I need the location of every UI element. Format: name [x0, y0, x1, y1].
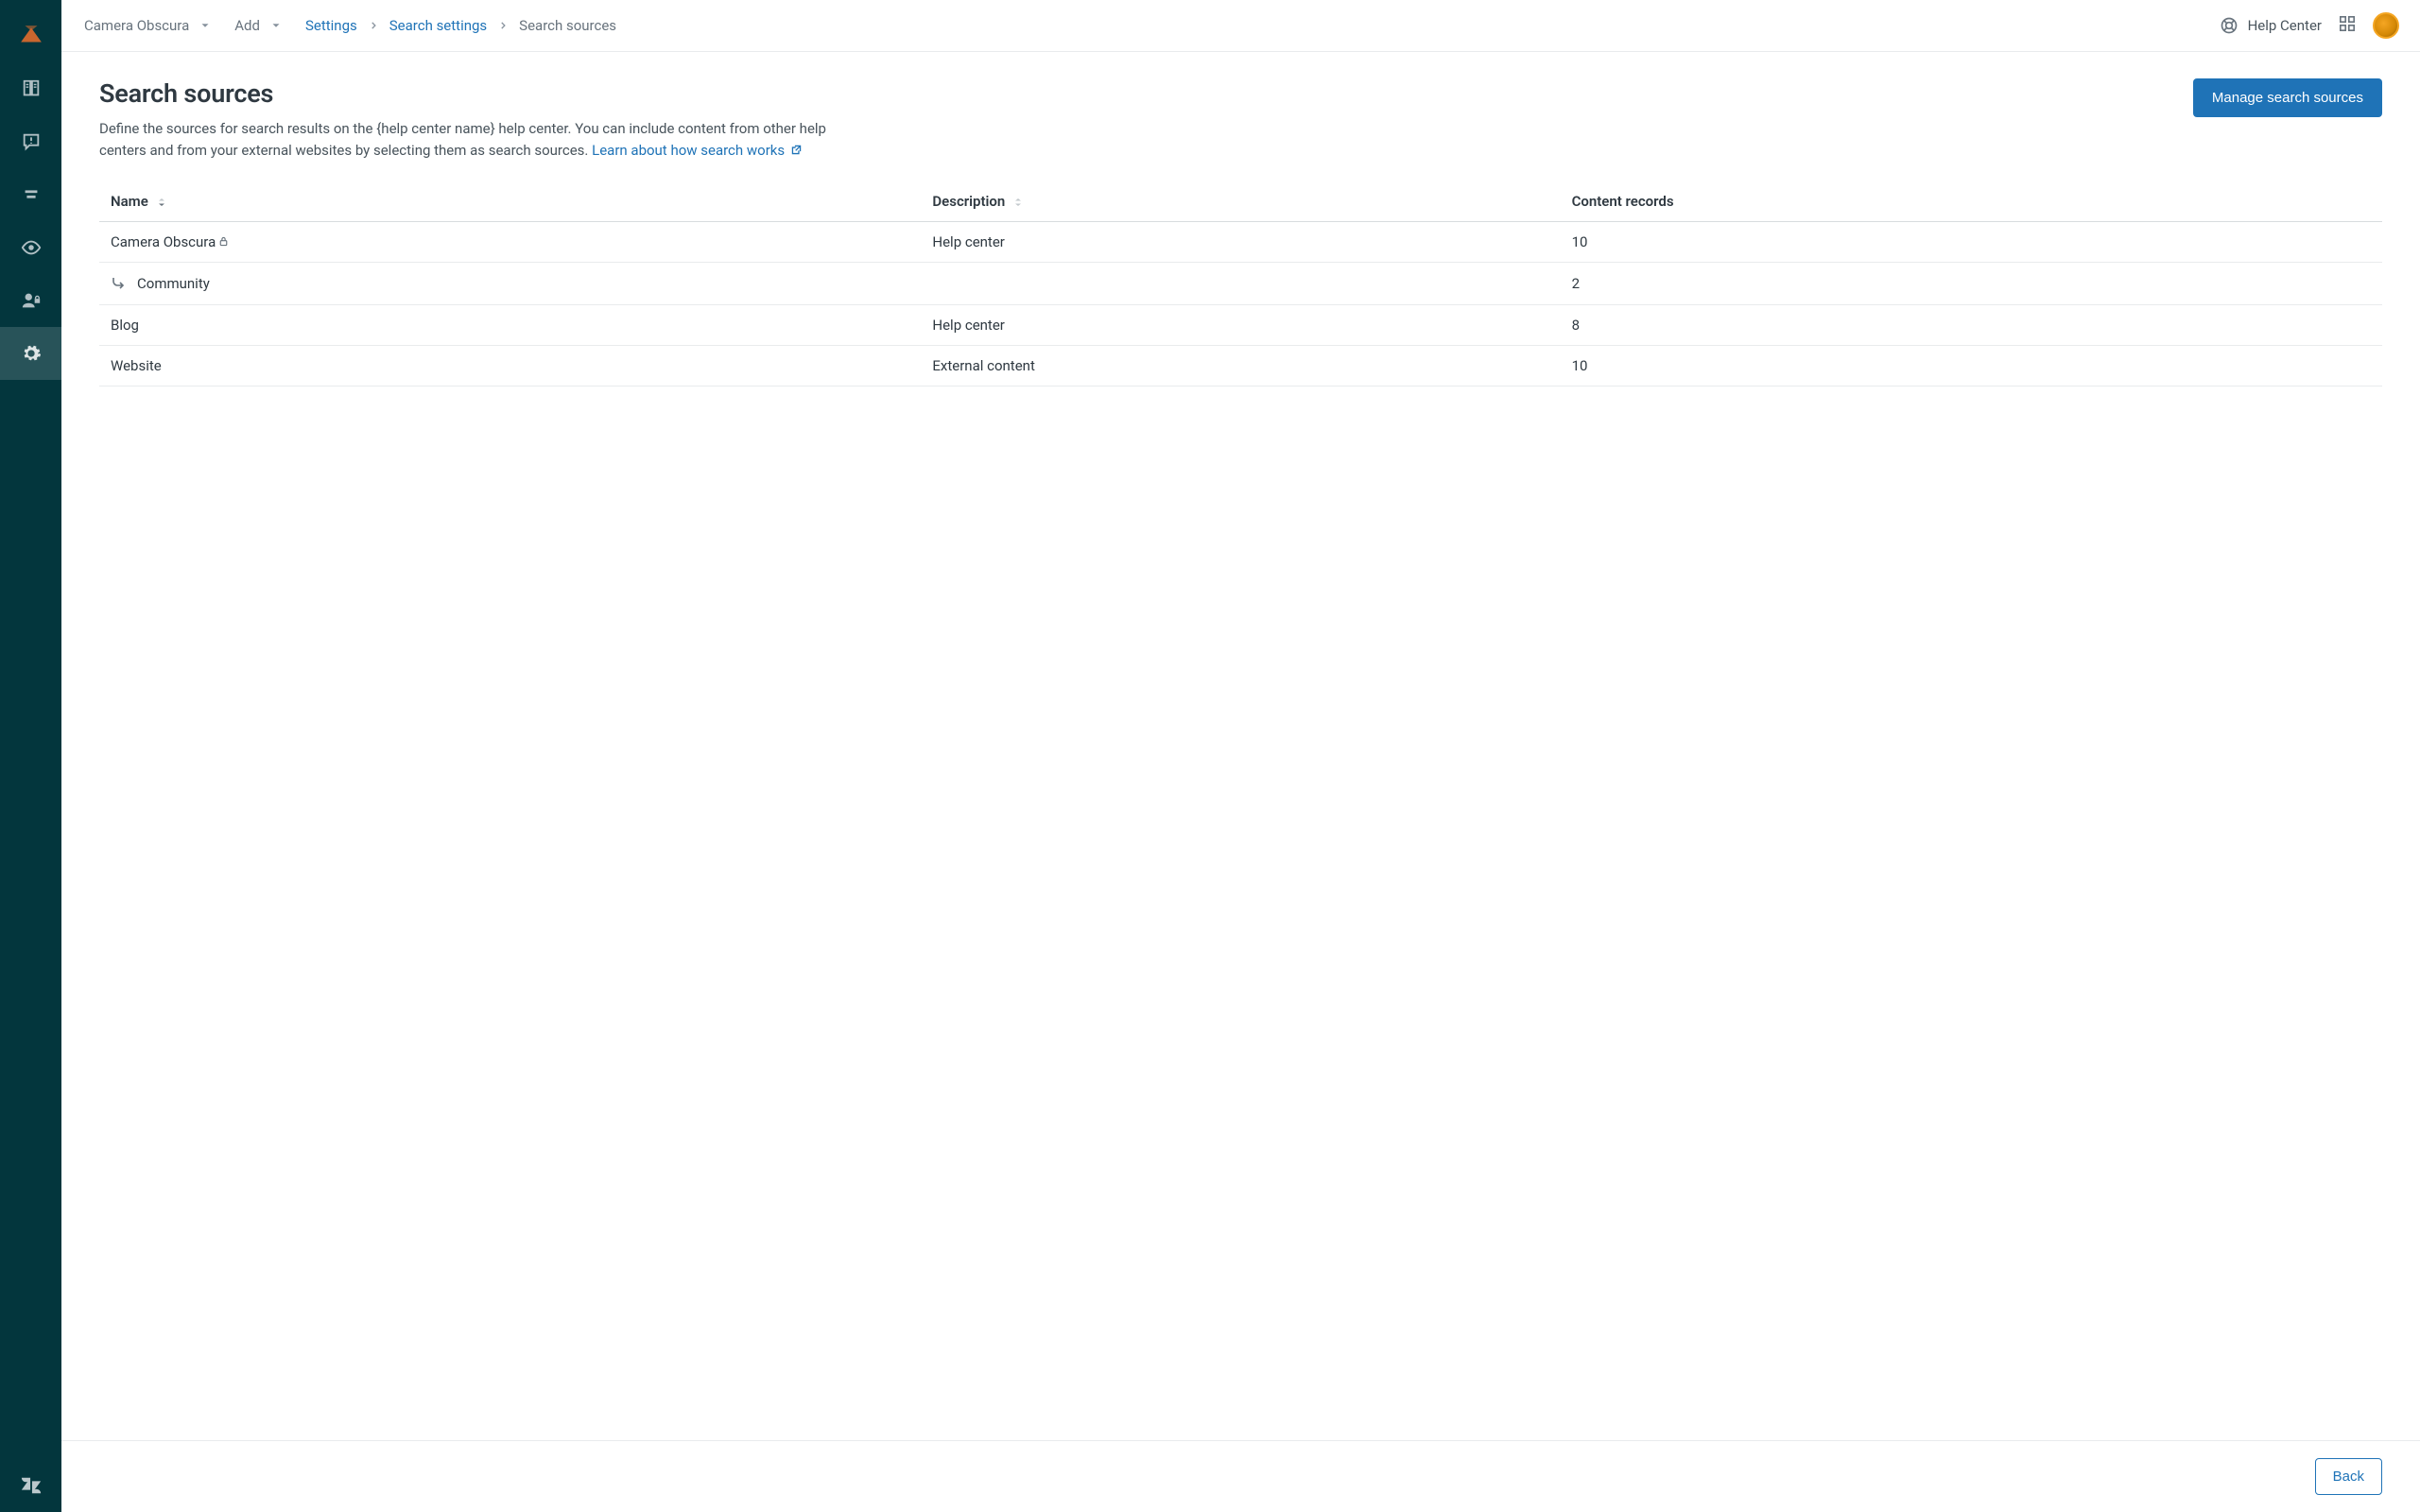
cell-description: External content	[921, 346, 1560, 387]
table-row: Blog Help center8	[99, 305, 2382, 346]
gear-icon	[21, 343, 42, 364]
breadcrumb: Settings Search settings Search sources	[305, 17, 616, 34]
row-name: Community	[137, 275, 210, 292]
lock-icon	[216, 233, 230, 250]
cell-name: Camera Obscura	[99, 222, 921, 263]
sidebar-item-settings[interactable]	[0, 327, 61, 380]
user-lock-icon	[21, 290, 42, 311]
child-arrow-icon	[111, 274, 126, 293]
sidebar-item-customize[interactable]	[0, 221, 61, 274]
cell-records: 2	[1561, 263, 2382, 305]
cell-records: 10	[1561, 346, 2382, 387]
row-name: Blog	[111, 317, 139, 334]
footer: Back	[61, 1440, 2420, 1512]
table-row: Website External content10	[99, 346, 2382, 387]
workspace-dropdown[interactable]: Camera Obscura	[84, 17, 212, 34]
sidebar-zendesk-logo[interactable]	[0, 1459, 61, 1512]
sidebar-item-moderation[interactable]	[0, 115, 61, 168]
workspace-dropdown-label: Camera Obscura	[84, 17, 189, 34]
row-name: Website	[111, 357, 162, 374]
content: Search sources Define the sources for se…	[61, 52, 2420, 1440]
sidebar-item-articles[interactable]	[0, 62, 61, 115]
sources-table: Name Description Content records Camera …	[99, 181, 2382, 387]
main: Camera Obscura Add Settings Search setti…	[61, 0, 2420, 1512]
eye-icon	[21, 237, 42, 258]
chevron-right-icon	[369, 21, 378, 30]
table-row: Community 2	[99, 263, 2382, 305]
help-center-link[interactable]: Help Center	[2220, 16, 2322, 35]
breadcrumb-search-settings[interactable]: Search settings	[389, 17, 487, 34]
sidebar-item-permissions[interactable]	[0, 274, 61, 327]
apps-button[interactable]	[2339, 15, 2356, 36]
sort-icon	[1012, 197, 1024, 208]
add-dropdown[interactable]: Add	[234, 17, 283, 34]
cell-description: Help center	[921, 222, 1560, 263]
topbar: Camera Obscura Add Settings Search setti…	[61, 0, 2420, 52]
breadcrumb-settings[interactable]: Settings	[305, 17, 357, 34]
column-header-description[interactable]: Description	[921, 181, 1560, 222]
cell-name: Community	[99, 263, 921, 305]
book-icon	[21, 78, 42, 99]
help-center-label: Help Center	[2248, 17, 2322, 34]
cell-description	[921, 263, 1560, 305]
learn-link[interactable]: Learn about how search works	[592, 142, 803, 159]
external-link-icon	[790, 144, 803, 156]
column-header-records: Content records	[1561, 181, 2382, 222]
cell-name: Blog	[99, 305, 921, 346]
chevron-down-icon	[199, 19, 212, 32]
table-row: Camera Obscura Help center10	[99, 222, 2382, 263]
add-dropdown-label: Add	[234, 17, 260, 34]
zendesk-icon	[20, 1474, 43, 1497]
sidebar	[0, 0, 61, 1512]
cell-name: Website	[99, 346, 921, 387]
sidebar-logo[interactable]	[0, 9, 61, 62]
triangle-up-icon	[19, 24, 43, 48]
cell-records: 10	[1561, 222, 2382, 263]
cell-records: 8	[1561, 305, 2382, 346]
sort-icon	[156, 197, 167, 208]
lifebuoy-icon	[2220, 16, 2238, 35]
avatar[interactable]	[2373, 12, 2399, 39]
page-title: Search sources	[99, 78, 874, 109]
manage-search-sources-button[interactable]: Manage search sources	[2193, 78, 2382, 117]
row-name: Camera Obscura	[111, 233, 216, 250]
chat-alert-icon	[21, 131, 42, 152]
lines-icon	[21, 184, 42, 205]
breadcrumb-current: Search sources	[519, 17, 616, 34]
chevron-right-icon	[498, 21, 508, 30]
cell-description: Help center	[921, 305, 1560, 346]
column-header-name[interactable]: Name	[99, 181, 921, 222]
sidebar-item-arrange[interactable]	[0, 168, 61, 221]
back-button[interactable]: Back	[2315, 1458, 2382, 1495]
page-description: Define the sources for search results on…	[99, 118, 874, 161]
chevron-down-icon	[269, 19, 283, 32]
apps-grid-icon	[2339, 15, 2356, 32]
